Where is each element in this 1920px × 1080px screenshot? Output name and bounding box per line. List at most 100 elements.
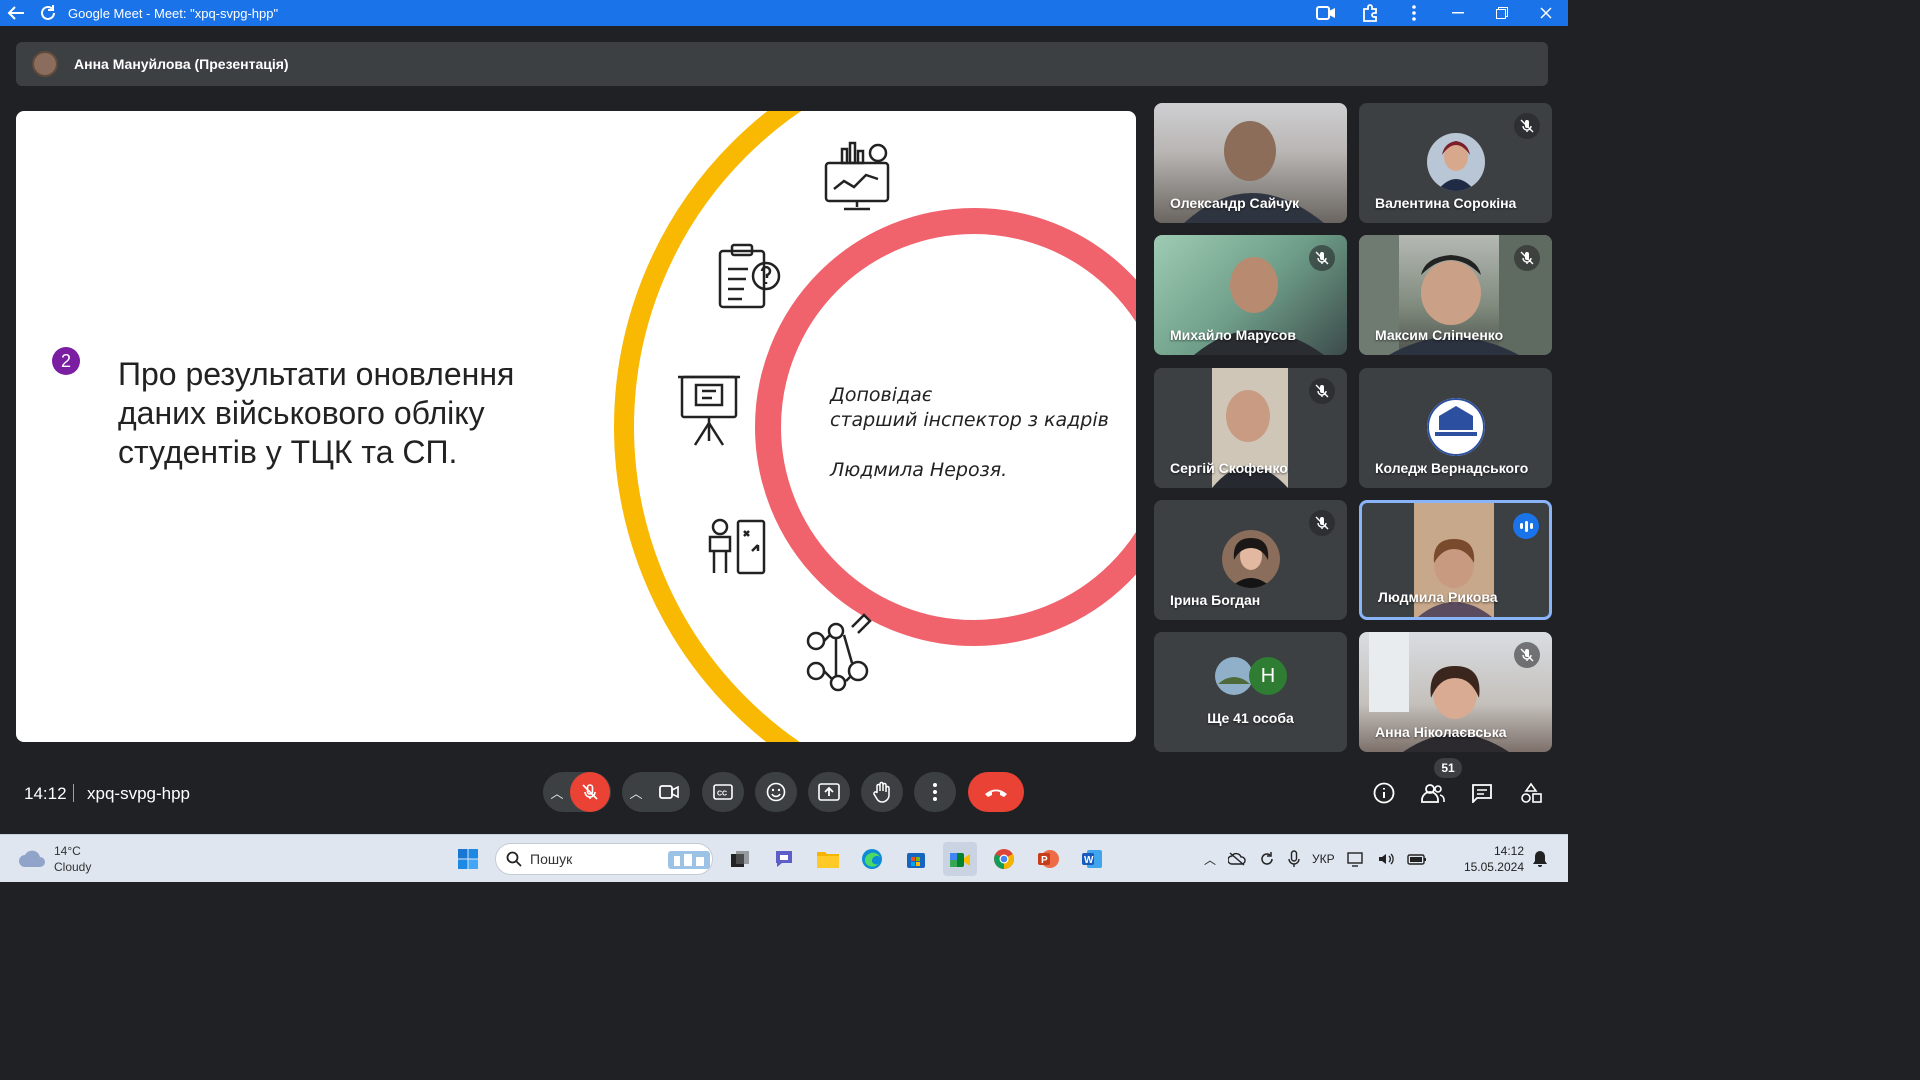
kebab-menu-icon [933, 783, 937, 801]
video-camera-icon [659, 785, 679, 799]
presenter-bar: Анна Мануйлова (Презентація) [16, 42, 1548, 86]
svg-text:W: W [1084, 855, 1094, 866]
presentation-board-icon [678, 375, 740, 446]
participant-name: Михайло Марусов [1170, 327, 1296, 343]
mic-off-icon [1309, 378, 1335, 404]
slide-number-badge: 2 [52, 347, 80, 375]
participant-name: Сергій Скофенко [1170, 460, 1288, 476]
microphone-icon[interactable] [1288, 850, 1300, 868]
language-indicator[interactable]: УКР [1312, 852, 1335, 866]
participant-name: Анна Ніколаєвська [1375, 724, 1507, 740]
network-nodes-icon [806, 613, 872, 692]
chevron-up-icon[interactable]: ︿ [1204, 851, 1216, 868]
avatar-stack: Н [1214, 656, 1294, 696]
network-icon[interactable] [1346, 851, 1365, 867]
system-clock[interactable]: 14:12 15.05.2024 [1462, 843, 1524, 875]
hang-up-icon [985, 789, 1007, 797]
participant-tile[interactable]: Анна Ніколаєвська [1359, 632, 1552, 752]
taskbar-search[interactable]: Пошук [495, 843, 713, 875]
google-meet-app-icon[interactable] [943, 842, 977, 876]
captions-button[interactable]: CC [702, 772, 744, 812]
edge-browser-icon[interactable] [855, 842, 889, 876]
camera-control-group: ︿ [622, 772, 690, 812]
chat-button[interactable] [1467, 778, 1497, 808]
weather-desc: Cloudy [54, 860, 92, 874]
participant-tile[interactable]: Ірина Богдан [1154, 500, 1347, 620]
browser-title-bar: Google Meet - Meet: "xpq-svpg-hpp" [0, 0, 1568, 26]
slide-title: Про результати оновлення даних військово… [118, 356, 515, 470]
more-options-button[interactable] [914, 772, 956, 812]
more-participants-tile[interactable]: Н Ще 41 особа [1154, 632, 1347, 752]
presenter-label: Анна Мануйлова (Презентація) [74, 56, 289, 72]
mic-off-icon [1309, 245, 1335, 271]
extension-icon[interactable] [1348, 0, 1392, 26]
leave-call-button[interactable] [968, 772, 1024, 812]
mic-off-icon [1514, 113, 1540, 139]
people-icon [1421, 784, 1445, 803]
sync-icon[interactable] [1258, 850, 1276, 868]
shapes-icon [1521, 782, 1542, 803]
camera-toggle-button[interactable] [649, 772, 689, 812]
close-icon[interactable] [1524, 0, 1568, 26]
present-screen-button[interactable] [808, 772, 850, 812]
search-placeholder: Пошук [530, 851, 573, 867]
chrome-icon[interactable] [987, 842, 1021, 876]
volume-icon[interactable] [1377, 851, 1395, 867]
clock-date: 15.05.2024 [1463, 860, 1524, 874]
participant-name: Коледж Вернадського [1375, 460, 1529, 476]
participant-name: Ірина Богдан [1170, 592, 1261, 608]
powerpoint-icon[interactable]: P [1031, 842, 1065, 876]
windows-start-icon[interactable] [451, 842, 485, 876]
weather-widget[interactable]: 14°C Cloudy [18, 843, 91, 875]
raise-hand-button[interactable] [861, 772, 903, 812]
meeting-controls-bar: 14:12 xpq-svpg-hpp ︿ ︿ CC 51 [0, 758, 1568, 826]
meeting-details-button[interactable] [1369, 778, 1399, 808]
mic-off-icon [582, 784, 598, 800]
participant-tile[interactable]: Михайло Марусов [1154, 235, 1347, 355]
avatar-letter: Н [1260, 664, 1276, 687]
participant-tile[interactable]: Коледж Вернадського [1359, 368, 1552, 488]
mic-off-icon [1514, 642, 1540, 668]
participant-tile[interactable]: Олександр Сайчук [1154, 103, 1347, 223]
camera-icon[interactable] [1304, 0, 1348, 26]
word-icon[interactable]: W [1075, 842, 1109, 876]
notification-bell-icon[interactable] [1532, 850, 1548, 868]
minimize-icon[interactable] [1436, 0, 1480, 26]
teams-chat-icon[interactable] [767, 842, 801, 876]
clock-time: 14:12 [1493, 844, 1524, 858]
people-button[interactable] [1418, 778, 1448, 808]
participant-tile[interactable]: Сергій Скофенко [1154, 368, 1347, 488]
mic-control-group: ︿ [543, 772, 611, 812]
back-arrow-icon[interactable] [0, 0, 32, 26]
svg-text:CC: CC [717, 791, 727, 798]
mic-toggle-button[interactable] [570, 772, 610, 812]
chat-icon [1472, 784, 1492, 803]
participant-tile-active[interactable]: Людмила Рикова [1359, 500, 1552, 620]
avatar [1426, 133, 1485, 191]
participant-tile[interactable]: Максим Сліпченко [1359, 235, 1552, 355]
chevron-up-icon[interactable]: ︿ [544, 783, 570, 802]
file-explorer-icon[interactable] [811, 842, 845, 876]
os-taskbar: 14°C Cloudy Пошук P W ︿ УКР 14:12 15.05.… [0, 834, 1568, 882]
weather-temp: 14°C [54, 844, 81, 858]
window-title: Google Meet - Meet: "xpq-svpg-hpp" [68, 5, 279, 21]
avatar [32, 51, 58, 77]
reactions-button[interactable] [755, 772, 797, 812]
kebab-menu-icon[interactable] [1392, 0, 1436, 26]
battery-icon[interactable] [1406, 852, 1427, 866]
chevron-up-icon[interactable]: ︿ [623, 783, 649, 802]
participant-name: Олександр Сайчук [1170, 195, 1300, 211]
restore-icon[interactable] [1480, 0, 1524, 26]
system-tray: ︿ УКР [1204, 843, 1427, 875]
reload-icon[interactable] [32, 0, 64, 26]
speaker-name: Людмила Нерозя. [830, 459, 1008, 481]
captions-icon: CC [713, 784, 733, 800]
task-view-icon[interactable] [723, 842, 757, 876]
participant-tile[interactable]: Валентина Сорокіна [1359, 103, 1552, 223]
avatar [1426, 398, 1485, 456]
onedrive-off-icon[interactable] [1228, 852, 1246, 866]
microsoft-store-icon[interactable] [899, 842, 933, 876]
activities-button[interactable] [1516, 778, 1546, 808]
slide-speaker-block: Доповідає старший інспектор з кадрів Люд… [830, 383, 1130, 483]
speaker-line-1: Доповідає [830, 384, 933, 406]
